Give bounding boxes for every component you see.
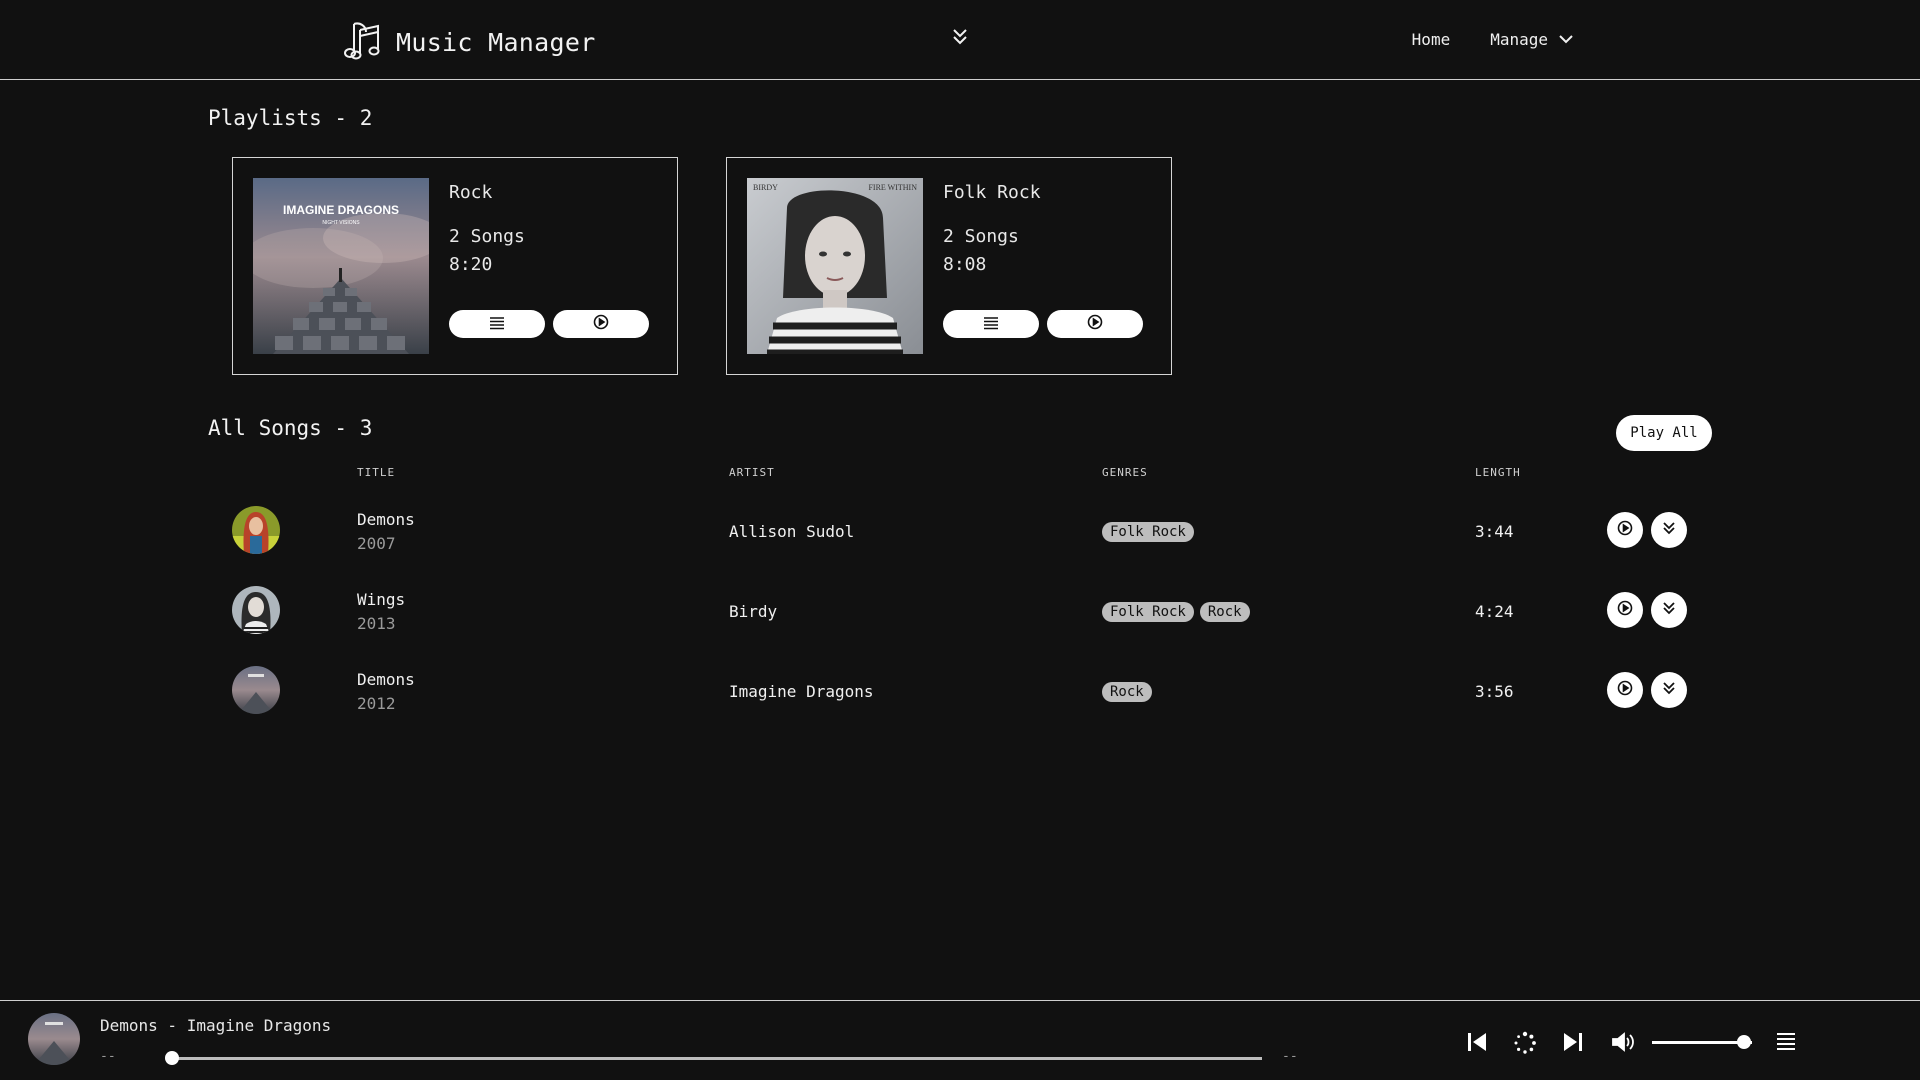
playlists-heading: Playlists - 2 bbox=[208, 106, 373, 130]
genre-chip: Rock bbox=[1199, 602, 1250, 622]
column-header-title: TITLE bbox=[357, 466, 396, 479]
playlist-card: IMAGINE DRAGONS NIGHT VISIONS Rock 2 Son… bbox=[232, 157, 678, 375]
app-title: Music Manager bbox=[396, 27, 596, 57]
queue-list-icon[interactable] bbox=[1776, 1031, 1796, 1055]
avatar bbox=[232, 506, 280, 554]
play-circle-icon bbox=[1617, 600, 1633, 620]
play-circle-icon bbox=[1617, 680, 1633, 700]
playlist-song-count: 2 Songs bbox=[449, 226, 525, 247]
list-icon bbox=[983, 315, 999, 334]
svg-text:NIGHT VISIONS: NIGHT VISIONS bbox=[322, 220, 360, 226]
play-playlist-button[interactable] bbox=[1047, 310, 1143, 338]
song-title: Demons bbox=[357, 670, 415, 689]
playlist-name[interactable]: Rock bbox=[449, 182, 492, 203]
avatar bbox=[232, 666, 280, 714]
play-circle-icon bbox=[593, 314, 609, 334]
playlist-length: 8:20 bbox=[449, 254, 493, 275]
add-to-queue-button[interactable] bbox=[1651, 592, 1687, 628]
nav-home[interactable]: Home bbox=[1412, 30, 1451, 49]
volume-handle[interactable] bbox=[1737, 1035, 1751, 1049]
song-artist: Birdy bbox=[729, 602, 778, 621]
song-length: 3:56 bbox=[1475, 682, 1514, 701]
app-header: Music Manager Home Manage bbox=[0, 0, 1920, 80]
song-title: Wings bbox=[357, 590, 406, 609]
genre-list: Rock bbox=[1102, 682, 1152, 702]
view-playlist-button[interactable] bbox=[449, 310, 545, 338]
double-chevron-down-icon bbox=[1661, 520, 1677, 540]
play-playlist-button[interactable] bbox=[553, 310, 649, 338]
table-row: Demons 2012 Imagine Dragons Rock 3:56 bbox=[0, 650, 1920, 730]
genre-chip: Rock bbox=[1102, 682, 1152, 702]
play-all-button[interactable]: Play All bbox=[1616, 415, 1712, 451]
song-artist: Imagine Dragons bbox=[729, 682, 874, 701]
song-title: Demons bbox=[357, 510, 415, 529]
play-song-button[interactable] bbox=[1607, 512, 1643, 548]
double-chevron-down-icon[interactable] bbox=[950, 26, 970, 52]
play-song-button[interactable] bbox=[1607, 672, 1643, 708]
playlist-name[interactable]: Folk Rock bbox=[943, 182, 1041, 203]
add-to-queue-button[interactable] bbox=[1651, 672, 1687, 708]
music-notes-icon bbox=[344, 18, 382, 66]
song-year: 2007 bbox=[357, 534, 396, 553]
add-to-queue-button[interactable] bbox=[1651, 512, 1687, 548]
column-header-genres: GENRES bbox=[1102, 466, 1148, 479]
now-playing-cover bbox=[28, 1013, 80, 1065]
list-icon bbox=[489, 315, 505, 334]
song-year: 2013 bbox=[357, 614, 396, 633]
songs-heading: All Songs - 3 bbox=[208, 416, 373, 440]
elapsed-time: -- bbox=[100, 1049, 116, 1064]
table-row: Wings 2013 Birdy Folk Rock Rock 4:24 bbox=[0, 570, 1920, 650]
chevron-down-icon bbox=[1558, 30, 1574, 49]
playlist-card: BIRDY FIRE WITHIN Folk Rock 2 Songs 8:08 bbox=[726, 157, 1172, 375]
volume-icon[interactable] bbox=[1611, 1031, 1637, 1057]
top-nav: Home Manage bbox=[1412, 30, 1574, 49]
progress-handle[interactable] bbox=[165, 1051, 179, 1065]
now-playing-title: Demons - Imagine Dragons bbox=[100, 1016, 332, 1035]
playlist-length: 8:08 bbox=[943, 254, 987, 275]
svg-text:BIRDY: BIRDY bbox=[753, 183, 778, 192]
view-playlist-button[interactable] bbox=[943, 310, 1039, 338]
genre-chip: Folk Rock bbox=[1102, 522, 1194, 542]
skip-back-icon[interactable] bbox=[1466, 1031, 1488, 1057]
song-artist: Allison Sudol bbox=[729, 522, 855, 541]
player-bar: Demons - Imagine Dragons -- -- bbox=[0, 1000, 1920, 1080]
nav-manage-dropdown[interactable]: Manage bbox=[1490, 30, 1574, 49]
avatar bbox=[232, 586, 280, 634]
table-row: Demons 2007 Allison Sudol Folk Rock 3:44 bbox=[0, 490, 1920, 570]
skip-forward-icon[interactable] bbox=[1562, 1031, 1584, 1057]
genre-list: Folk Rock bbox=[1102, 522, 1194, 542]
song-year: 2012 bbox=[357, 694, 396, 713]
play-circle-icon bbox=[1087, 314, 1103, 334]
nav-manage-label: Manage bbox=[1490, 30, 1548, 49]
double-chevron-down-icon bbox=[1661, 680, 1677, 700]
svg-text:FIRE WITHIN: FIRE WITHIN bbox=[868, 183, 917, 192]
playlist-song-count: 2 Songs bbox=[943, 226, 1019, 247]
play-song-button[interactable] bbox=[1607, 592, 1643, 628]
loading-spinner-icon bbox=[1513, 1031, 1537, 1059]
column-header-length: LENGTH bbox=[1475, 466, 1521, 479]
song-length: 3:44 bbox=[1475, 522, 1514, 541]
playlist-cover-rock: IMAGINE DRAGONS NIGHT VISIONS bbox=[253, 178, 429, 354]
genre-list: Folk Rock Rock bbox=[1102, 602, 1250, 622]
play-circle-icon bbox=[1617, 520, 1633, 540]
brand[interactable]: Music Manager bbox=[344, 18, 596, 66]
double-chevron-down-icon bbox=[1661, 600, 1677, 620]
progress-bar[interactable] bbox=[172, 1057, 1262, 1060]
total-time: -- bbox=[1282, 1049, 1298, 1064]
song-length: 4:24 bbox=[1475, 602, 1514, 621]
genre-chip: Folk Rock bbox=[1102, 602, 1194, 622]
svg-text:IMAGINE DRAGONS: IMAGINE DRAGONS bbox=[283, 203, 399, 217]
playlist-cover-folk-rock: BIRDY FIRE WITHIN bbox=[747, 178, 923, 354]
column-header-artist: ARTIST bbox=[729, 466, 775, 479]
